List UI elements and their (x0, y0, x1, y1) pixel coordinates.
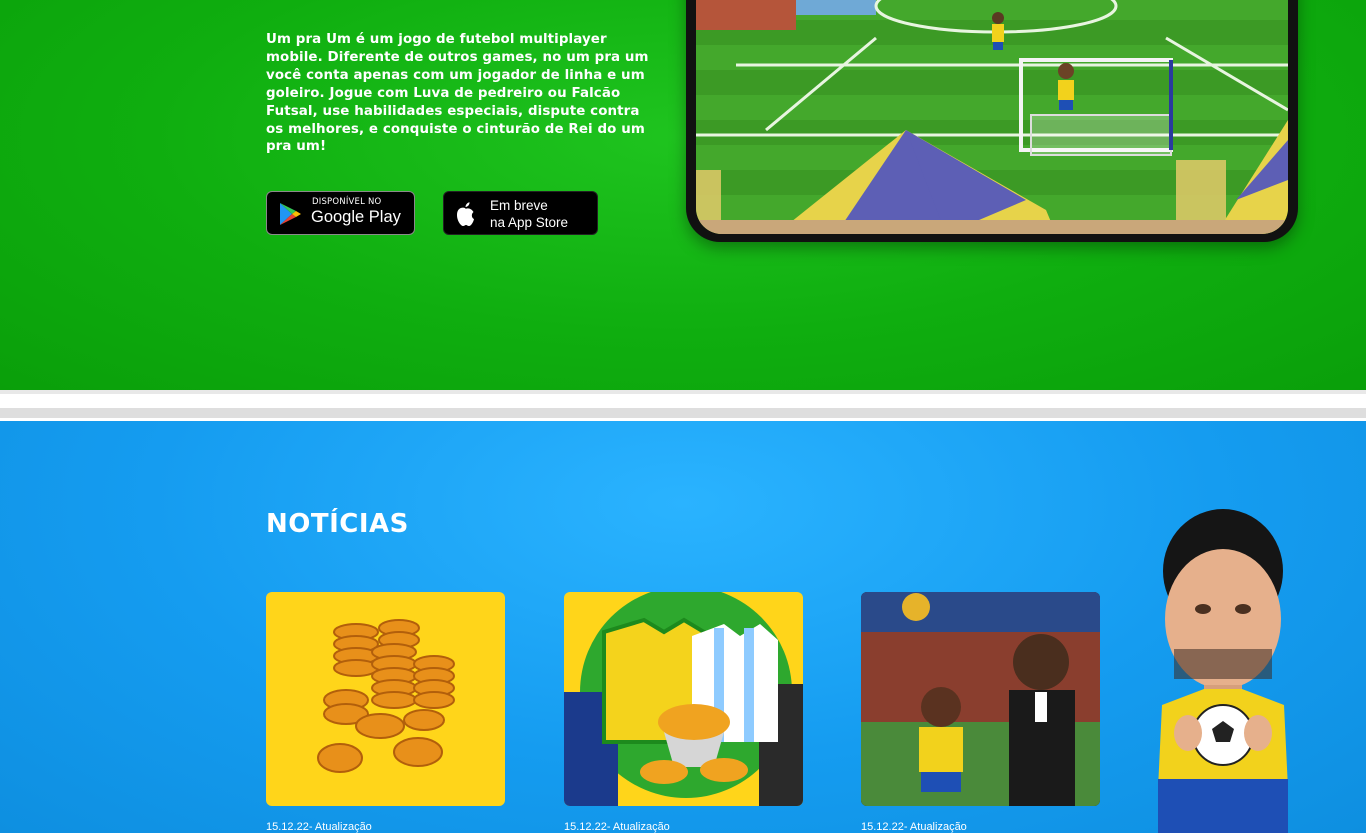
divider-stripe (0, 408, 1366, 418)
news-card-players[interactable] (861, 592, 1100, 806)
news-date[interactable]: 15.12.22- Atualização (564, 821, 670, 833)
gameplay-screenshot (696, 0, 1288, 234)
apple-icon (457, 202, 474, 226)
hero-section: Um pra Um é um jogo de futebol multiplay… (0, 0, 1366, 390)
mascot-character (1158, 509, 1288, 833)
jerseys-illustration (564, 592, 803, 806)
news-card-coins[interactable] (266, 592, 505, 806)
news-heading: NOTÍCIAS (266, 509, 409, 539)
news-section: NOTÍCIAS 15.12.22- Atualização 15.12.22-… (0, 421, 1366, 833)
google-play-label: Google Play (311, 208, 401, 226)
google-play-icon (280, 203, 301, 225)
game-description: Um pra Um é um jogo de futebol multiplay… (266, 32, 649, 155)
news-date[interactable]: 15.12.22- Atualização (861, 821, 967, 833)
news-card-jerseys[interactable] (564, 592, 803, 806)
app-store-line2: na App Store (490, 215, 569, 230)
coins-illustration (317, 619, 455, 773)
news-date[interactable]: 15.12.22- Atualização (266, 821, 372, 833)
app-store-line1: Em breve (490, 198, 548, 213)
section-divider (0, 390, 1366, 421)
phone-mockup (686, 0, 1298, 242)
players-illustration (861, 592, 1100, 806)
app-store-button[interactable]: Em breve na App Store (443, 191, 598, 235)
google-play-small-label: DISPONÍVEL NO (312, 197, 382, 207)
divider-stripe (0, 390, 1366, 394)
google-play-button[interactable]: DISPONÍVEL NO Google Play (266, 191, 415, 235)
